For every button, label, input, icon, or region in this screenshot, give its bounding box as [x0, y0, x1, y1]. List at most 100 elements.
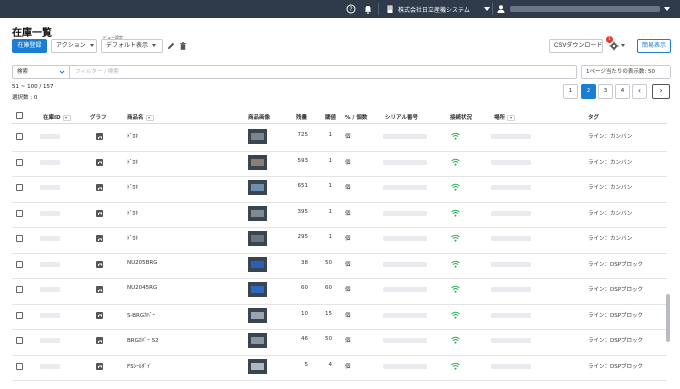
table-row[interactable]: ﾄﾞﾛｷ 395 1 個 ライン：カンバン [12, 203, 667, 228]
inventory-id [40, 185, 60, 190]
table-row[interactable]: ﾄﾞﾛｷ 295 1 個 ライン：カンバン [12, 228, 667, 254]
product-name[interactable]: ﾄﾞﾛｷ [127, 209, 138, 217]
sort-icon[interactable] [145, 114, 154, 121]
product-image-fill [251, 362, 264, 370]
company-name[interactable]: 株式会社日立産機システム [398, 5, 470, 14]
product-image[interactable] [248, 231, 267, 246]
product-image[interactable] [248, 282, 267, 297]
col-name[interactable]: 商品名 [127, 113, 154, 121]
inventory-id [40, 338, 60, 343]
chevron-down-icon [152, 44, 157, 47]
user-icon[interactable] [496, 4, 506, 14]
next-page-button[interactable]: › [652, 84, 670, 99]
bell-icon[interactable] [363, 4, 373, 14]
search-field-select[interactable]: 検索 [13, 66, 70, 78]
tag-text: ライン：カンバン [588, 236, 633, 242]
chevron-down-icon[interactable] [484, 7, 490, 11]
row-checkbox[interactable] [16, 235, 23, 242]
user-name[interactable] [510, 6, 660, 12]
search-input[interactable] [75, 68, 555, 76]
chart-icon[interactable] [96, 158, 103, 166]
product-name[interactable]: NU2045RG [127, 285, 157, 291]
row-checkbox[interactable] [16, 286, 23, 293]
page-3-button[interactable]: 3 [598, 84, 613, 99]
table-body: ﾄﾞﾛｷ 725 1 個ライン：カンバン ﾄﾞﾛｷ 593 1 個ライン：カンバン ﾄﾞﾛｷ 65… [12, 124, 667, 389]
quantity: 5 [304, 361, 309, 368]
row-checkbox[interactable] [16, 362, 23, 370]
wifi-icon [451, 158, 460, 166]
product-name[interactable]: ﾄﾞﾛｷ [127, 183, 138, 191]
product-image[interactable] [248, 154, 267, 170]
product-image[interactable] [248, 180, 267, 195]
col-id[interactable]: 在庫ID [43, 113, 71, 121]
page-1-button[interactable]: 1 [563, 84, 578, 99]
chart-icon[interactable] [96, 260, 103, 268]
view-select[interactable]: デフォルト表示 [101, 39, 163, 53]
table-row[interactable]: ﾄﾞﾛｷ 651 1 個 ライン：カンバン [12, 177, 667, 203]
chevron-down-icon[interactable] [664, 7, 670, 11]
simple-view-button[interactable]: 簡易表示 [637, 39, 671, 53]
table-row[interactable]: S-BRGｶﾊﾞｰ 10 15 個 ライン：DSPブロック [12, 305, 667, 330]
chart-icon[interactable] [96, 184, 103, 191]
chart-icon[interactable] [96, 209, 103, 217]
sort-icon[interactable] [62, 114, 71, 121]
tag-text: ライン：カンバン [588, 210, 633, 217]
product-name[interactable]: S-BRGｶﾊﾞｰ [127, 311, 155, 319]
product-image[interactable] [248, 358, 267, 374]
product-name[interactable]: ﾄﾞﾛｷ [127, 132, 138, 140]
chart-icon[interactable] [96, 286, 103, 293]
chevron-down-icon [89, 44, 94, 47]
scrollbar[interactable] [668, 124, 674, 389]
sort-icon[interactable] [507, 114, 516, 121]
product-image[interactable] [248, 205, 267, 221]
col-serial: シリアル番号 [385, 115, 418, 121]
help-icon[interactable]: ? [346, 4, 356, 14]
product-name[interactable]: BRGｶﾊﾞｰ S2 [127, 336, 159, 344]
product-name[interactable]: NU205BRG [127, 260, 158, 266]
product-image-fill [251, 158, 264, 166]
row-checkbox[interactable] [16, 311, 23, 319]
threshold: 1 [328, 234, 333, 240]
row-checkbox[interactable] [16, 209, 23, 217]
unit: 個 [345, 338, 351, 344]
chevron-down-icon[interactable] [621, 44, 625, 47]
product-image[interactable] [248, 307, 267, 323]
chart-icon[interactable] [96, 362, 103, 370]
product-image[interactable] [248, 129, 267, 144]
row-checkbox[interactable] [16, 337, 23, 344]
register-button[interactable]: 在庫登録 [12, 39, 47, 53]
serial-number [383, 312, 427, 318]
chart-icon[interactable] [96, 311, 103, 319]
product-name[interactable]: FSｼｰﾙﾀﾞｲ [127, 362, 150, 370]
scrollbar-thumb[interactable] [666, 294, 670, 342]
page-2-button[interactable]: 2 [581, 84, 596, 99]
page-4-button[interactable]: 4 [615, 84, 630, 99]
col-place-label: 場所 [494, 115, 506, 121]
csv-download-button[interactable]: CSVダウンロード [549, 39, 603, 53]
row-checkbox[interactable] [16, 158, 23, 166]
select-all-checkbox[interactable] [16, 112, 23, 119]
col-place[interactable]: 場所 [494, 113, 516, 121]
action-dropdown[interactable]: アクション [51, 39, 97, 53]
trash-icon[interactable] [178, 41, 188, 51]
table-row[interactable]: ﾄﾞﾛｷ 725 1 個 ライン：カンバン [12, 126, 667, 152]
row-checkbox[interactable] [16, 184, 23, 191]
table-row[interactable]: FSｼｰﾙﾀﾞｲ 5 4 個 ライン：DSPブロック [12, 356, 667, 381]
product-image[interactable] [248, 256, 267, 272]
product-image[interactable] [248, 333, 267, 348]
product-name[interactable]: ﾄﾞﾛｷ [127, 158, 138, 166]
chart-icon[interactable] [96, 337, 103, 344]
row-checkbox[interactable] [16, 260, 23, 268]
chart-icon[interactable] [96, 235, 103, 242]
per-page-select[interactable]: 1ページ当たりの表示数: 50 [581, 65, 671, 79]
product-name[interactable]: ﾄﾞﾛｷ [127, 234, 138, 242]
table-row[interactable]: ﾄﾞﾛｷ 593 1 個 ライン：カンバン [12, 152, 667, 177]
edit-icon[interactable] [166, 41, 176, 51]
table-row[interactable]: BRGｶﾊﾞｰ S2 46 50 個 ライン：DSPブロック [12, 330, 667, 356]
table-row[interactable]: NU205BRG 38 50 個 ライン：DSPブロック [12, 254, 667, 279]
table-row[interactable]: NU2045RG 60 60 個 ライン：DSPブロック [12, 279, 667, 305]
chart-icon[interactable] [96, 133, 103, 140]
row-checkbox[interactable] [16, 133, 23, 140]
serial-number [383, 134, 427, 139]
prev-page-button[interactable]: ‹ [632, 84, 647, 99]
